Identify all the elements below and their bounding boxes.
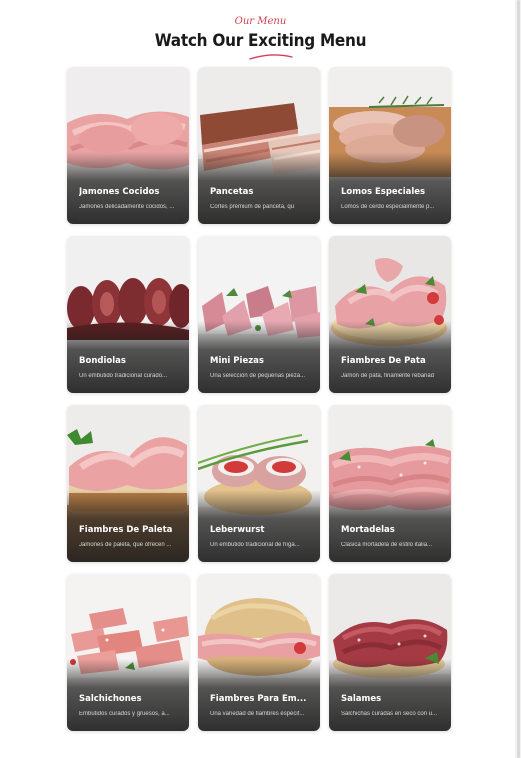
menu-card-title: Fiambres De Pata <box>341 356 426 366</box>
menu-card-title: Mini Piezas <box>210 356 264 366</box>
menu-card-fiambres-de-pata[interactable]: Fiambres De Pata Jamón de pata, finament… <box>329 236 451 393</box>
menu-card-jamones-cocidos[interactable]: Jamones Cocidos Jamones delicadamente co… <box>67 67 189 224</box>
menu-card-description: Un embutido tradicional de híga... <box>210 542 300 548</box>
menu-card-bondiolas[interactable]: Bondiolas Un embutido tradicional curado… <box>67 236 189 393</box>
menu-grid: Jamones Cocidos Jamones delicadamente co… <box>67 67 451 731</box>
scrollbar-thumb[interactable] <box>517 0 520 758</box>
menu-card-description: Jamones delicadamente cocidos, ... <box>79 204 175 210</box>
menu-card-mortadelas[interactable]: Mortadelas Clásica mortadela de estilo i… <box>329 405 451 562</box>
menu-card-description: Clásica mortadela de estilo italia... <box>341 542 433 548</box>
menu-card-description: Jamón de pata, finamente rebanad <box>341 373 435 379</box>
menu-card-description: Un embutido tradicional curado... <box>79 373 168 379</box>
menu-card-pancetas[interactable]: Pancetas Cortes premium de panceta, qu <box>198 67 320 224</box>
menu-card-title: Fiambres Para Em... <box>210 694 307 704</box>
menu-card-description: Lomos de cerdo especialmente p... <box>341 204 435 210</box>
menu-card-title: Mortadelas <box>341 525 395 535</box>
menu-card-description: Una selección de pequeñas pieza... <box>210 373 306 379</box>
menu-card-description: Salchichas curadas en seco con u... <box>341 711 438 717</box>
page-title: Watch Our Exciting Menu <box>154 31 367 51</box>
menu-card-fiambres-de-paleta[interactable]: Fiambres De Paleta Jamones de paleta, qu… <box>67 405 189 562</box>
menu-card-title: Lomos Especiales <box>341 187 426 197</box>
menu-card-title: Leberwurst <box>210 525 265 535</box>
menu-card-description: Una variedad de fiambres especif... <box>210 711 305 717</box>
menu-card-mini-piezas[interactable]: Mini Piezas Una selección de pequeñas pi… <box>198 236 320 393</box>
menu-card-salchichones[interactable]: Salchichones Embutidos curados y gruesos… <box>67 574 189 731</box>
menu-card-description: Embutidos curados y gruesos, a... <box>79 711 170 717</box>
menu-card-lomos-especiales[interactable]: Lomos Especiales Lomos de cerdo especial… <box>329 67 451 224</box>
page-scrollbar[interactable] <box>515 0 521 758</box>
menu-card-description: Jamones de paleta, que ofrecen ... <box>79 542 172 548</box>
menu-card-title: Jamones Cocidos <box>79 187 160 197</box>
title-underline-swoosh <box>249 54 293 60</box>
menu-card-fiambres-para-em[interactable]: Fiambres Para Em... Una variedad de fiam… <box>198 574 320 731</box>
menu-card-leberwurst[interactable]: Leberwurst Un embutido tradicional de hí… <box>198 405 320 562</box>
menu-card-title: Salames <box>341 694 382 704</box>
menu-card-title: Bondiolas <box>79 356 126 366</box>
menu-card-title: Salchichones <box>79 694 142 704</box>
menu-card-description: Cortes premium de panceta, qu <box>210 204 295 210</box>
menu-card-title: Pancetas <box>210 187 254 197</box>
section-eyebrow: Our Menu <box>234 16 287 27</box>
menu-card-salames[interactable]: Salames Salchichas curadas en seco con u… <box>329 574 451 731</box>
menu-card-title: Fiambres De Paleta <box>79 525 173 535</box>
